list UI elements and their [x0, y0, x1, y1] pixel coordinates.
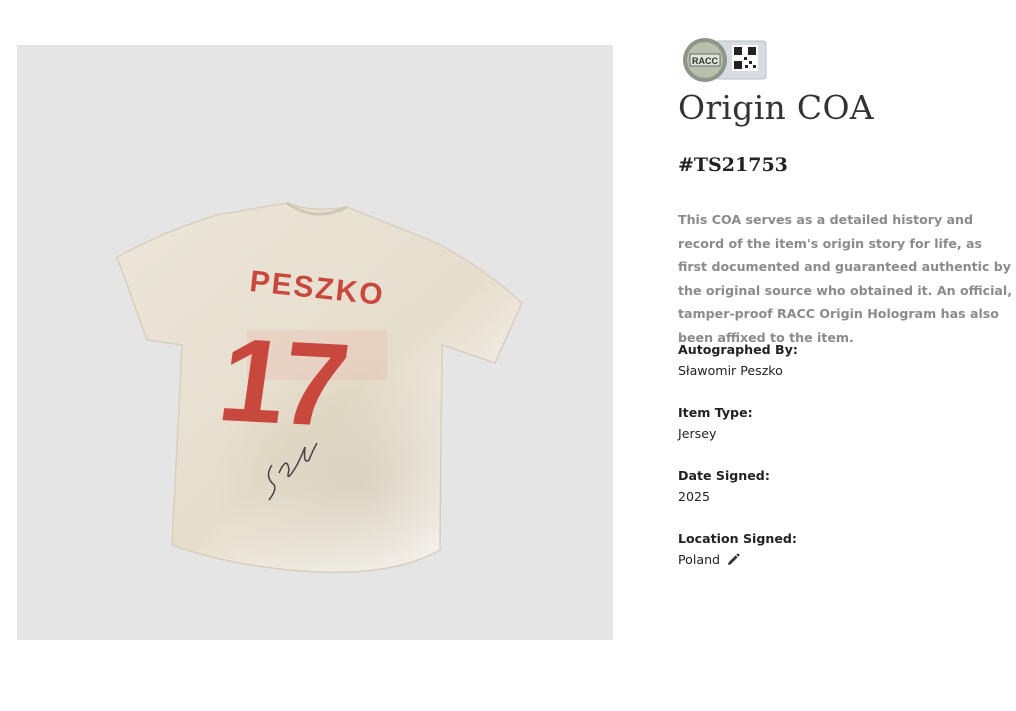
- pencil-icon[interactable]: [726, 553, 740, 567]
- field-value: Jersey: [678, 426, 717, 441]
- product-image[interactable]: PESZKO 17: [17, 45, 613, 640]
- page-title: Origin COA: [678, 88, 874, 127]
- field-date-signed: Date Signed: 2025: [678, 468, 1008, 506]
- racc-hologram-badge: RACC: [682, 37, 768, 83]
- field-label: Item Type:: [678, 405, 753, 420]
- field-label: Location Signed:: [678, 531, 797, 546]
- field-value: 2025: [678, 489, 711, 504]
- jersey-illustration: PESZKO 17: [116, 201, 523, 574]
- coa-id: #TS21753: [678, 154, 788, 176]
- field-autographed-by: Autographed By: Sławomir Peszko: [678, 342, 1008, 380]
- field-label: Date Signed:: [678, 468, 770, 483]
- qr-code-icon: [732, 45, 758, 71]
- coa-description: This COA serves as a detailed history an…: [678, 212, 1013, 345]
- racc-logo-text: RACC: [692, 56, 718, 66]
- field-location-signed: Location Signed: Poland: [678, 531, 1008, 568]
- field-value: Poland: [678, 552, 721, 567]
- field-item-type: Item Type: Jersey: [678, 405, 1008, 443]
- field-label: Autographed By:: [678, 342, 798, 357]
- jersey-number: 17: [212, 314, 353, 452]
- field-value: Sławomir Peszko: [678, 363, 783, 378]
